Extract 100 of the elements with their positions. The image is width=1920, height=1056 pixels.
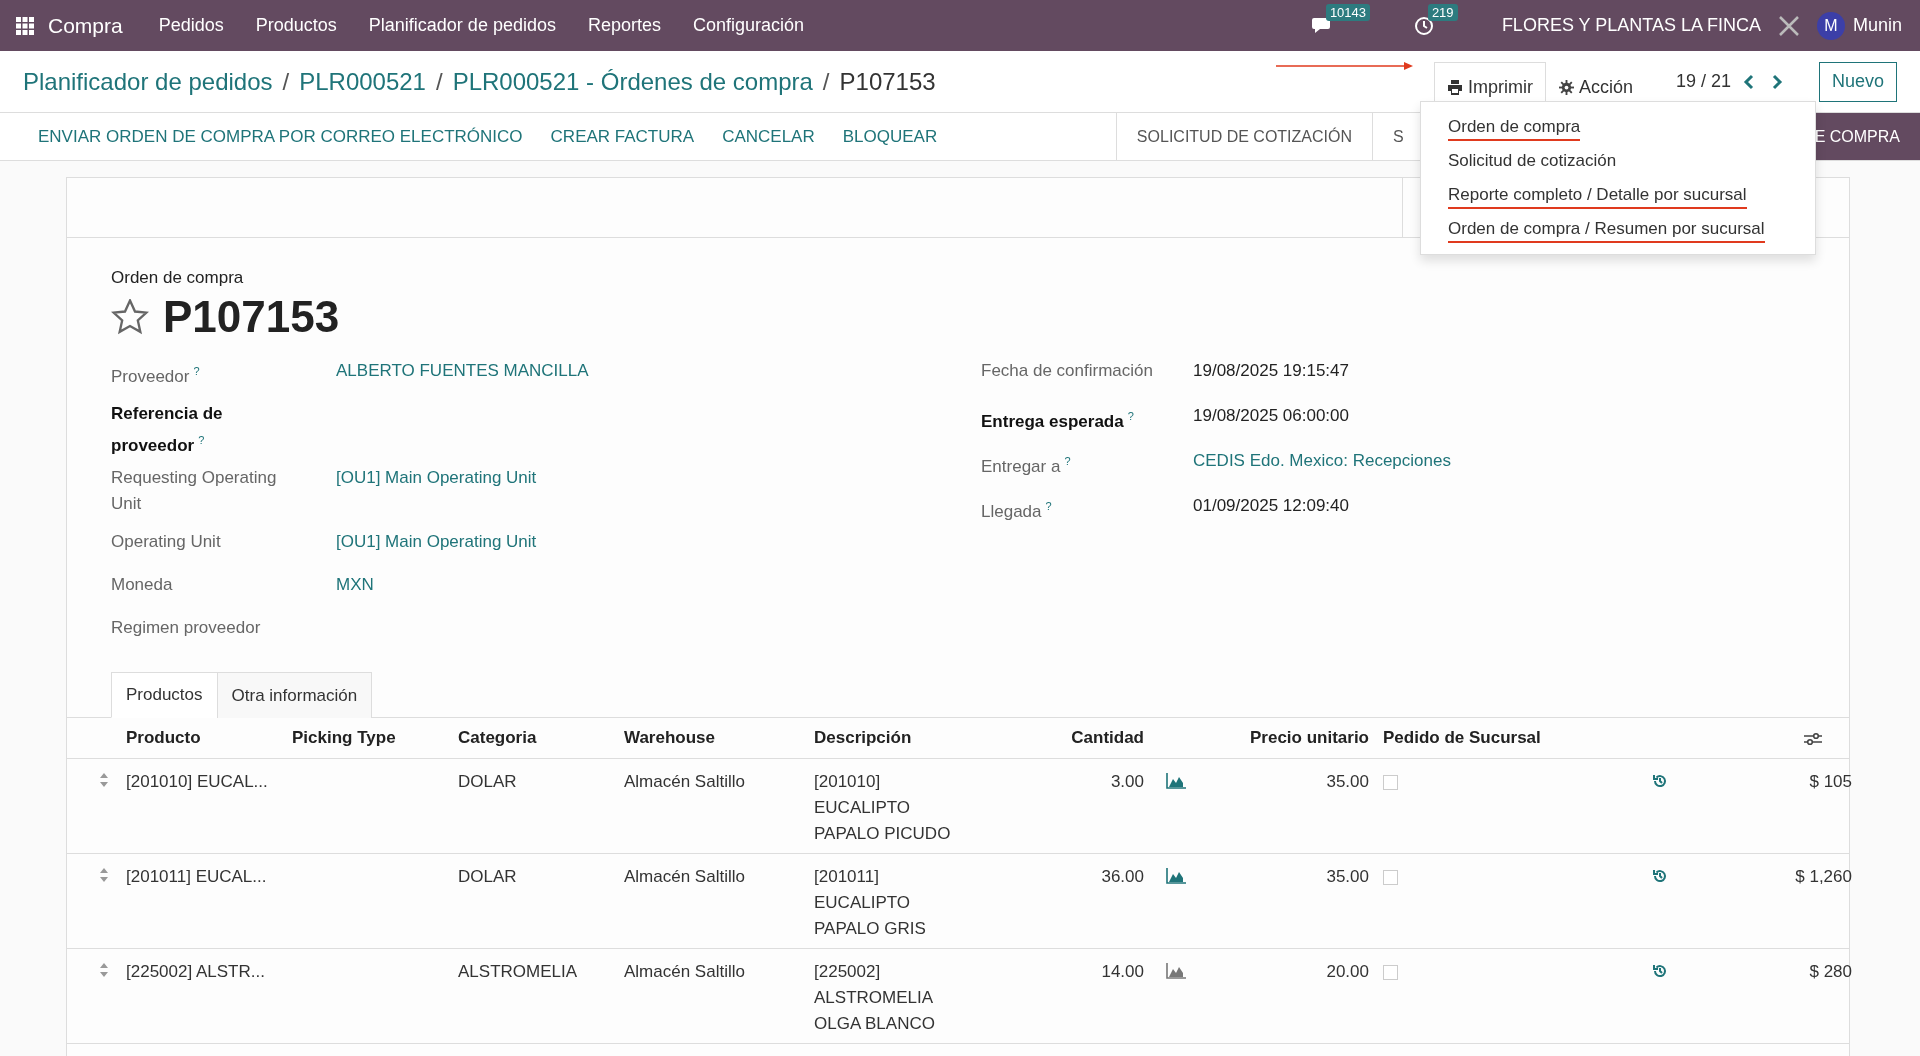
history-icon[interactable] [1652,868,1668,884]
table-cell-text: 20.00 [1325,961,1370,983]
description-line: [201010] [814,771,882,793]
next-icon[interactable] [1770,73,1783,90]
table-cell-text: $ 1,260 [1794,866,1852,888]
table-cell-text: $ 105 [1808,771,1852,793]
nav-menu-item[interactable]: Reportes [587,15,661,36]
description-line: EUCALIPTO [814,797,912,819]
description-line: OLGA BLANCO [814,1013,936,1035]
pager-counter: 19 / 21 [1675,71,1731,92]
user-name[interactable]: Munin [1852,15,1902,36]
field-value[interactable]: CEDIS Edo. Mexico: Recepciones [1193,448,1805,474]
column-header[interactable]: Warehouse [624,718,814,758]
user-avatar[interactable]: M [1816,11,1845,40]
field-label: Entregar a $^{?}$ [981,454,1072,478]
field-label: Moneda [111,574,174,596]
forecast-chart-icon[interactable] [1166,773,1186,789]
table-cell-text: ALSTROMELIA [458,961,579,983]
table-cell-text: 14.00 [1100,961,1145,983]
field-label: Operating Unit [111,531,222,553]
drag-handle-icon[interactable] [98,963,109,977]
action-bar-button[interactable]: BLOQUEAR [828,113,952,160]
star-icon[interactable] [111,299,149,335]
breadcrumb-link[interactable]: Planificador de pedidos [23,67,273,96]
nav-menu-item[interactable]: Productos [255,15,337,36]
column-header[interactable]: Precio unitario [1202,718,1377,758]
field-value: 19/08/2025 19:15:47 [1193,360,1350,382]
description-line: [201011] [814,866,880,888]
drag-handle-icon[interactable] [98,773,109,787]
column-header[interactable]: Descripción [814,718,1062,758]
action-bar-button[interactable]: ENVIAR ORDEN DE COMPRA POR CORREO ELECTRÓNICO [24,113,537,160]
action-bar-button[interactable]: CREAR FACTURA [536,113,709,160]
breadcrumb-link[interactable]: PLR000521 [299,67,426,96]
breadcrumb-separator: / [822,67,830,96]
description-line: EUCALIPTO [814,892,912,914]
table-cell-text: [201011] EUCAL... [126,866,268,888]
field-value[interactable]: [OU1] Main Operating Unit [336,529,981,555]
company-name[interactable]: FLORES Y PLANTAS LA FINCA [1501,15,1761,36]
forecast-chart-icon[interactable] [1166,963,1186,979]
table-cell-text: [225002] ALSTR... [126,961,266,983]
table-cell-text: 36.00 [1100,866,1145,888]
apps-menu-icon[interactable] [16,16,34,35]
table-cell-text: 35.00 [1325,866,1370,888]
field-value[interactable]: ALBERTO FUENTES MANCILLA [336,358,981,384]
column-header[interactable]: Cantidad [1062,718,1152,758]
clock-icon[interactable] [1413,15,1434,36]
column-header[interactable]: Categoria [458,718,624,758]
breadcrumb-separator: / [435,67,443,96]
forecast-chart-icon[interactable] [1166,868,1186,884]
drag-handle-icon[interactable] [98,868,109,882]
field-value: 01/09/2025 12:09:40 [1193,495,1350,517]
field-label: Entrega esperada $^{?}$ [981,409,1135,433]
table-cell-text: DOLAR [458,771,518,793]
tab[interactable]: Productos [111,672,218,718]
table-cell-text: 3.00 [1109,771,1145,793]
gear-icon [1558,80,1574,95]
nav-menu-item[interactable]: Pedidos [158,15,224,36]
field-value: 19/08/2025 06:00:00 [1193,405,1350,427]
field-value[interactable]: [OU1] Main Operating Unit [336,465,981,491]
column-header[interactable]: Producto [126,718,292,758]
history-icon[interactable] [1652,773,1668,789]
field-label: Referencia de proveedor $^{?}$ [111,403,224,457]
current-record: P107153 [839,67,936,96]
description-line: PAPALO GRIS [814,918,927,940]
activity-count-badge: 219 [1427,3,1458,21]
table-cell-text: Almacén Saltillo [624,961,746,983]
breadcrumb-link[interactable]: PLR000521 - Órdenes de compra [452,67,813,96]
table-cell-text: Almacén Saltillo [624,771,746,793]
form-subtitle: Orden de compra [111,268,244,288]
message-count-badge: 10143 [1325,3,1371,21]
field-label: Requesting Operating Unit [111,467,278,515]
app-name[interactable]: Compra [48,13,123,38]
description-line: ALSTROMELIA [814,987,935,1009]
table-cell-text: [201010] EUCAL... [126,771,269,793]
checkbox[interactable] [1383,775,1398,790]
previous-icon[interactable] [1742,73,1755,90]
description-line: [225002] [814,961,882,983]
description-line: PAPALO PICUDO [814,823,952,845]
printer-icon [1446,80,1463,95]
checkbox[interactable] [1383,870,1398,885]
field-value[interactable]: MXN [336,572,981,598]
column-header[interactable]: Pedido de Sucursal [1377,718,1652,758]
column-header[interactable]: Picking Type [292,718,458,758]
print-menu-item[interactable]: Orden de compra / Resumen por sucursal [1421,212,1815,246]
action-bar-button[interactable]: CANCELAR [708,113,829,160]
table-cell-text: $ 280 [1808,961,1852,983]
field-label: Fecha de confirmación [981,360,1154,382]
record-title: P107153 [163,292,340,342]
tab[interactable]: Otra información [216,672,373,718]
history-icon[interactable] [1652,963,1668,979]
nav-menu-item[interactable]: Configuración [693,15,805,36]
new-button[interactable]: Nuevo [1818,61,1897,102]
table-cell-text: DOLAR [458,866,518,888]
print-menu-item[interactable]: Reporte completo / Detalle por sucursal [1421,178,1815,212]
checkbox[interactable] [1383,965,1398,980]
column-settings-icon[interactable] [1804,732,1822,746]
table-cell-text: Almacén Saltillo [624,866,746,888]
field-label: Proveedor $^{?}$ [111,364,201,388]
nav-menu-item[interactable]: Planificador de pedidos [368,15,556,36]
field-label: Regimen proveedor [111,617,262,639]
